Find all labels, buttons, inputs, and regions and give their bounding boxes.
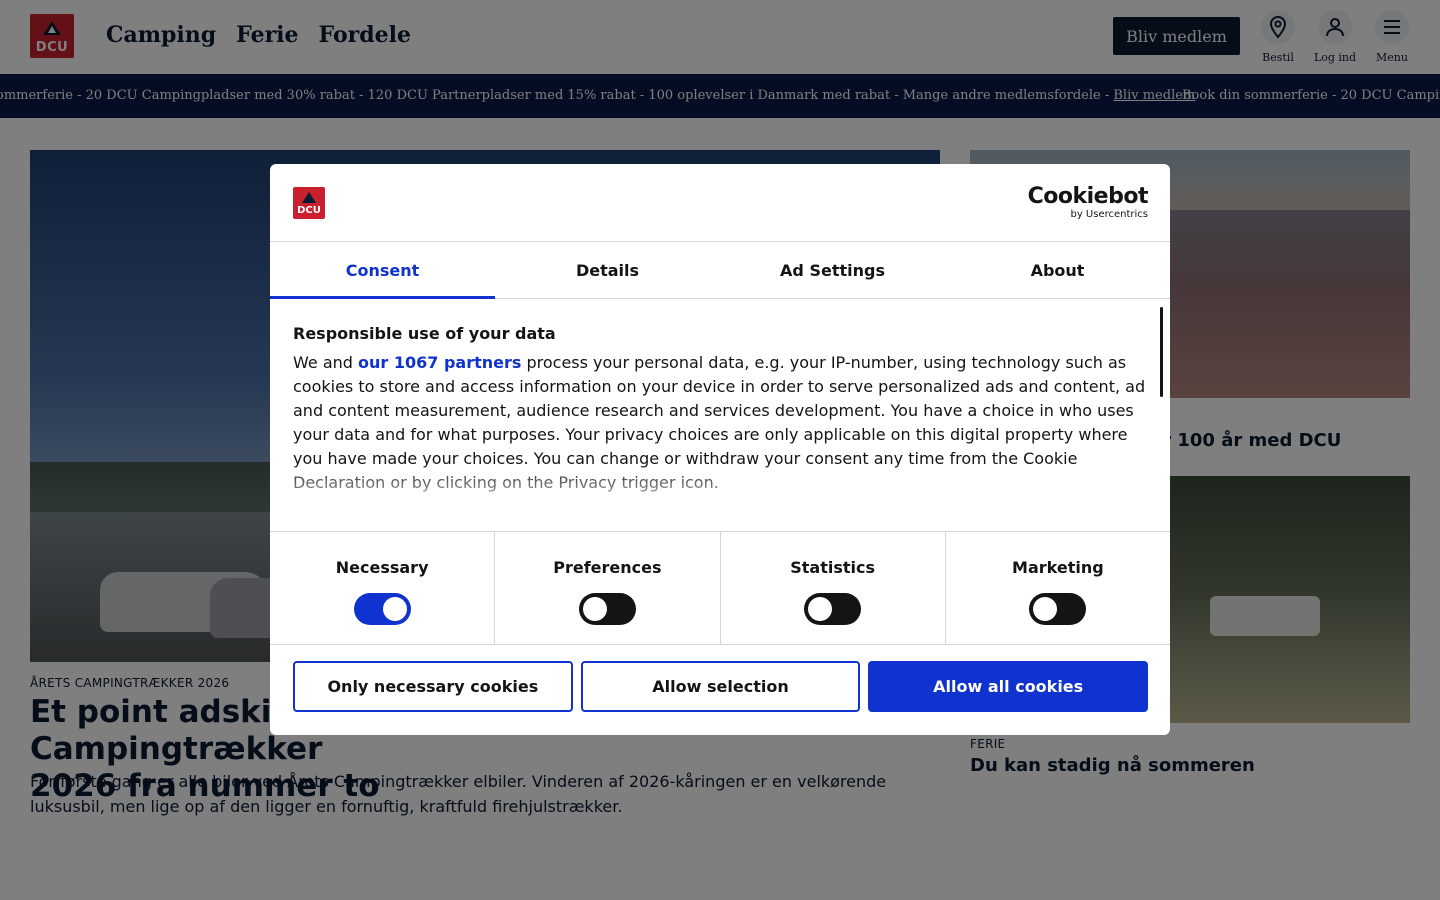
cookiebot-brand-sub: by Usercentrics — [1070, 209, 1148, 220]
category-label: Statistics — [790, 558, 875, 577]
toggle-knob — [808, 597, 833, 621]
partners-link[interactable]: our 1067 partners — [358, 353, 521, 372]
category-necessary: Necessary — [270, 532, 496, 644]
consent-heading: Responsible use of your data — [293, 324, 556, 343]
consent-body-post: process your personal data, e.g. your IP… — [293, 353, 1146, 492]
marketing-toggle[interactable] — [1029, 593, 1087, 625]
category-preferences: Preferences — [495, 532, 721, 644]
dialog-logo-tent-shape — [302, 192, 316, 203]
preferences-toggle[interactable] — [578, 593, 636, 625]
toggle-knob — [1033, 597, 1058, 621]
dialog-header: DCU Cookiebot by Usercentrics — [270, 164, 1170, 242]
tab-consent[interactable]: Consent — [270, 242, 495, 299]
statistics-toggle[interactable] — [804, 593, 862, 625]
cookiebot-brand: Cookiebot — [1027, 184, 1149, 209]
category-statistics: Statistics — [721, 532, 946, 644]
allow-all-button[interactable]: Allow all cookies — [868, 661, 1149, 712]
tab-about[interactable]: About — [945, 242, 1170, 298]
necessary-toggle[interactable] — [353, 593, 411, 625]
allow-selection-button[interactable]: Allow selection — [580, 661, 861, 712]
category-label: Marketing — [1012, 558, 1104, 577]
dialog-logo-text: DCU — [297, 205, 321, 216]
cookie-consent-dialog: DCU Cookiebot by Usercentrics Consent De… — [270, 164, 1170, 735]
category-label: Preferences — [553, 558, 662, 577]
tab-ad-settings[interactable]: Ad Settings — [720, 242, 945, 298]
only-necessary-button[interactable]: Only necessary cookies — [293, 661, 573, 712]
consent-text-panel[interactable]: Responsible use of your data We and our … — [293, 324, 1148, 532]
cookiebot-logo[interactable]: Cookiebot by Usercentrics — [1027, 184, 1149, 220]
dialog-tabs: Consent Details Ad Settings About — [270, 242, 1170, 299]
consent-buttons: Only necessary cookies Allow selection A… — [293, 661, 1149, 712]
toggle-knob — [582, 597, 607, 621]
tab-details[interactable]: Details — [495, 242, 720, 298]
category-label: Necessary — [335, 558, 429, 577]
consent-scrollbar[interactable] — [1160, 307, 1163, 397]
dialog-dcu-logo: DCU — [293, 187, 325, 219]
consent-categories: Necessary Preferences Statistics Marketi… — [270, 531, 1170, 645]
category-marketing: Marketing — [946, 532, 1170, 644]
toggle-knob — [382, 597, 407, 621]
consent-body-pre: We and — [293, 353, 358, 372]
consent-body: We and our 1067 partners process your pe… — [293, 351, 1148, 495]
